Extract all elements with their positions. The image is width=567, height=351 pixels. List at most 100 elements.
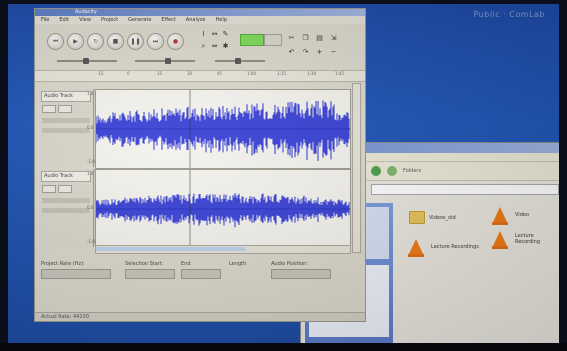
file-item[interactable]: Videos_old (409, 211, 456, 224)
timeshift-tool-icon[interactable]: ⇔ (210, 42, 219, 51)
waveform-display[interactable] (95, 169, 351, 249)
ruler-tick: 1:00 (247, 71, 256, 76)
trim-icon[interactable]: ⇲ (329, 34, 338, 43)
vertical-scrollbar[interactable] (352, 83, 361, 253)
mute-solo-buttons (42, 185, 90, 193)
audacity-window[interactable]: Audacity File Edit View Project Generate… (34, 8, 366, 322)
skip-end-button[interactable]: ⏭ (147, 33, 164, 50)
gain-slider[interactable] (42, 118, 90, 123)
menu-view[interactable]: View (79, 17, 91, 23)
track-name-button[interactable]: Audio Track (41, 171, 91, 182)
scale-label: 0.0 (87, 125, 94, 130)
desktop-corner-text: Public · ComLab (473, 10, 545, 19)
menu-edit[interactable]: Edit (59, 17, 69, 23)
stop-button[interactable]: ■ (107, 33, 124, 50)
vlc-cone-icon (408, 239, 424, 257)
waveform-path (96, 193, 350, 228)
menu-generate[interactable]: Generate (128, 17, 151, 23)
scrollbar-thumb[interactable] (96, 247, 246, 251)
ruler-tick: 45 (217, 71, 223, 76)
selection-start-label: Selection Start: (125, 261, 164, 267)
audacity-titlebar[interactable]: Audacity (35, 9, 365, 16)
waveform-1 (96, 90, 350, 168)
mic-slider-knob[interactable] (165, 58, 171, 64)
volume-slider-knob[interactable] (83, 58, 89, 64)
multi-tool-icon[interactable]: ✱ (221, 42, 230, 51)
solo-button[interactable] (58, 185, 72, 193)
pan-slider[interactable] (42, 208, 90, 213)
track-name-button[interactable]: Audio Track (41, 91, 91, 102)
pan-slider[interactable] (42, 128, 90, 133)
ruler-tick: 1:15 (277, 71, 286, 76)
address-bar[interactable] (371, 184, 559, 195)
zoom-in-icon[interactable]: + (315, 48, 324, 57)
waveform-display[interactable] (95, 89, 351, 169)
horizontal-scrollbar[interactable] (95, 245, 351, 254)
audacity-menubar: File Edit View Project Generate Effect A… (35, 16, 365, 24)
loop-button[interactable]: ↻ (87, 33, 104, 50)
selection-length-group: Length (229, 261, 269, 267)
track-control-panel[interactable]: Audio Track (39, 169, 94, 247)
skip-start-button[interactable]: ⏮ (47, 33, 64, 50)
selection-start-group: Selection Start: (125, 261, 175, 279)
selection-start-field[interactable] (125, 269, 175, 279)
file-item[interactable]: Lecture Recordings (408, 239, 479, 257)
record-icon: ● (172, 38, 179, 45)
play-button[interactable]: ▶ (67, 33, 84, 50)
zoom-tool-icon[interactable]: ⌕ (199, 42, 208, 51)
scale-label: -1.0 (87, 239, 95, 244)
cut-icon[interactable]: ✂ (287, 34, 296, 43)
input-slider-knob[interactable] (235, 58, 241, 64)
gain-slider[interactable] (42, 198, 90, 203)
paste-icon[interactable]: ▤ (315, 34, 324, 43)
draw-tool-icon[interactable]: ✎ (221, 30, 230, 39)
menu-project[interactable]: Project (101, 17, 118, 23)
pause-button[interactable]: ❚❚ (127, 33, 144, 50)
selection-end-field[interactable] (181, 269, 221, 279)
back-arrow-icon[interactable] (371, 166, 381, 176)
folders-button[interactable]: Folders (403, 168, 421, 174)
file-item[interactable]: Video (492, 207, 529, 225)
menu-file[interactable]: File (41, 17, 49, 23)
status-bar: Actual Rate: 44100 (35, 312, 365, 321)
waveform-path (96, 100, 350, 162)
stop-icon: ■ (112, 38, 119, 45)
ruler-tick: -15 (97, 71, 104, 76)
folder-icon (409, 211, 425, 224)
envelope-tool-icon[interactable]: ↔ (210, 30, 219, 39)
skip-end-icon: ⏭ (152, 37, 159, 45)
audio-track-1: Audio Track 1.0 0.0 -1.0 (39, 89, 351, 169)
redo-icon[interactable]: ↷ (301, 48, 310, 57)
copy-icon[interactable]: ❐ (301, 34, 310, 43)
level-meter-secondary[interactable] (264, 34, 282, 46)
audio-position-group: Audio Position: (271, 261, 331, 279)
solo-button[interactable] (58, 105, 72, 113)
undo-icon[interactable]: ↶ (287, 48, 296, 57)
level-meter[interactable] (240, 34, 264, 46)
menu-help[interactable]: Help (216, 17, 227, 23)
selection-tool-icon[interactable]: I (199, 30, 208, 39)
record-button[interactable]: ● (167, 33, 184, 50)
audio-position-field[interactable] (271, 269, 331, 279)
scale-label: 0.0 (87, 205, 94, 210)
track-control-panel[interactable]: Audio Track (39, 89, 94, 167)
project-rate-label: Project Rate (Hz): (41, 261, 85, 267)
forward-arrow-icon[interactable] (387, 166, 397, 176)
file-item[interactable]: Lecture Recording (492, 231, 557, 249)
project-rate-dropdown[interactable] (41, 269, 111, 279)
scale-label: 1.0 (87, 171, 94, 176)
ruler-tick: 1:30 (307, 71, 316, 76)
menu-effect[interactable]: Effect (161, 17, 175, 23)
scale-label: 1.0 (87, 91, 94, 96)
zoom-out-icon[interactable]: − (329, 48, 338, 57)
transport-toolbar: ⏮ ▶ ↻ ■ ❚❚ ⏭ ● I ↔ ✎ ⌕ ⇔ ✱ ✂ ❐ ▤ ⇲ ↶ ↷ +… (35, 24, 365, 71)
mute-button[interactable] (42, 185, 56, 193)
desktop: Public · ComLab Folders My Documents Sha… (8, 4, 559, 347)
audio-position-label: Audio Position: (271, 261, 308, 267)
mute-button[interactable] (42, 105, 56, 113)
pause-icon: ❚❚ (130, 38, 141, 45)
menu-analyze[interactable]: Analyze (186, 17, 206, 23)
timeline-ruler[interactable]: -15 0 15 30 45 1:00 1:15 1:30 1:45 (35, 71, 365, 82)
skip-start-icon: ⏮ (52, 37, 59, 45)
loop-icon: ↻ (92, 38, 99, 45)
